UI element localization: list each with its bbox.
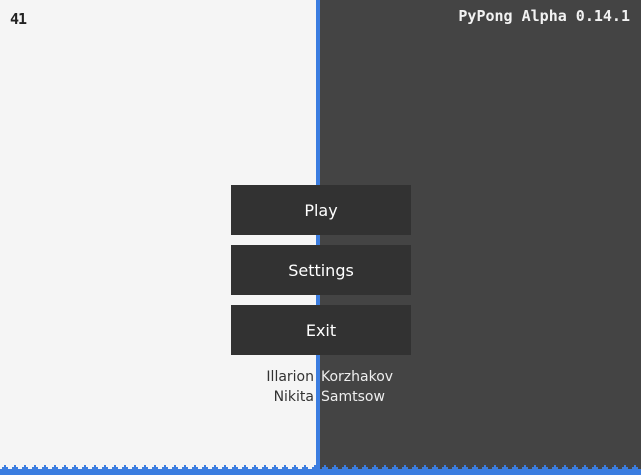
exit-button[interactable]: Exit: [231, 305, 411, 355]
credit-first-name-2: Nikita: [273, 389, 314, 405]
play-button[interactable]: Play: [231, 185, 411, 235]
credit-first-name-1: Illarion: [266, 369, 314, 385]
left-playfield: [0, 0, 316, 475]
credit-last-name-2: Samtsow: [321, 389, 385, 405]
credit-last-name-1: Korzhakov: [321, 369, 394, 385]
fps-counter: 41: [10, 10, 27, 28]
settings-button[interactable]: Settings: [231, 245, 411, 295]
game-title: PyPong Alpha 0.14.1: [458, 7, 630, 25]
floor-border: [0, 463, 641, 475]
center-divider: [316, 0, 320, 475]
